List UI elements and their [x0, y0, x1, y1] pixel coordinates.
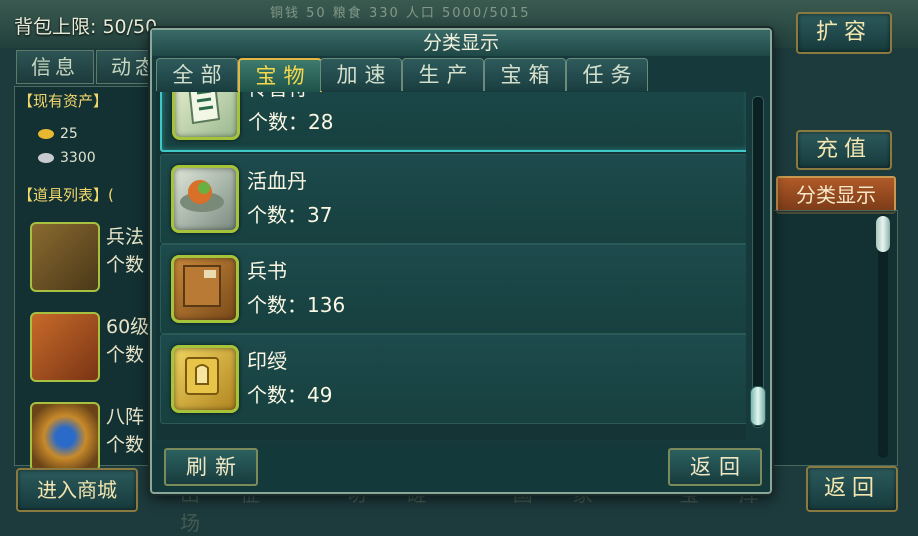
- gold-ingot-icon: [38, 129, 54, 139]
- right-scroll-thumb[interactable]: [876, 216, 890, 252]
- list-item-name: 八阵: [106, 406, 145, 428]
- item-name: 活血丹: [247, 169, 307, 193]
- treasure-chest-icon[interactable]: [30, 312, 100, 382]
- back-button[interactable]: 返回: [668, 448, 762, 486]
- list-scrollbar[interactable]: [752, 96, 764, 428]
- classify-display-button[interactable]: 分类显示: [776, 176, 896, 214]
- bag-capacity-label: 背包上限: 50/50: [14, 16, 158, 38]
- scroll-icon: [172, 92, 240, 140]
- pill-icon: [171, 165, 239, 233]
- list-item-name: 60级: [106, 316, 150, 338]
- enter-shop-button[interactable]: 进入商城: [16, 468, 138, 512]
- dialog-footer: 刷新 返回: [152, 442, 770, 490]
- list-item-name: 兵法: [106, 226, 145, 248]
- item-count: 个数：37: [247, 203, 333, 227]
- main-return-button[interactable]: 返回: [806, 466, 898, 512]
- item-name: 印绶: [247, 349, 287, 373]
- tab-quest[interactable]: 任务: [566, 58, 648, 91]
- tab-info[interactable]: 信息: [16, 50, 94, 84]
- items-section-header: 【道具列表】(: [18, 186, 114, 204]
- category-tabs: 全部 宝物 加速 生产 宝箱 任务: [154, 58, 768, 94]
- item-count: 个数：28: [248, 110, 334, 134]
- recharge-button[interactable]: 充值: [796, 130, 892, 170]
- bagua-array-icon[interactable]: [30, 402, 100, 472]
- dialog-title: 分类显示: [152, 30, 770, 56]
- refresh-button[interactable]: 刷新: [164, 448, 258, 486]
- top-stats: 铜钱 50 粮食 330 人口 5000/5015: [270, 6, 531, 21]
- item-name: 传音符: [248, 92, 308, 101]
- silver-ingot-icon: [38, 153, 54, 163]
- assets-section-header: 【现有资产】: [18, 92, 109, 110]
- book-icon: [171, 255, 239, 323]
- tab-chest[interactable]: 宝箱: [484, 58, 566, 91]
- tab-treasure[interactable]: 宝物: [238, 58, 322, 94]
- item-count: 个数：136: [247, 293, 346, 317]
- tab-all[interactable]: 全部: [156, 58, 238, 91]
- item-count: 个数：49: [247, 383, 333, 407]
- gold-amount: 25: [38, 126, 78, 142]
- list-item[interactable]: 兵书 个数：136: [160, 244, 746, 334]
- category-dialog: 分类显示 全部 宝物 加速 生产 宝箱 任务 传音符 个数：28 活血丹 个数：…: [150, 28, 772, 494]
- seal-icon: [171, 345, 239, 413]
- list-item[interactable]: 印绶 个数：49: [160, 334, 746, 424]
- art-of-war-icon[interactable]: [30, 222, 100, 292]
- item-list[interactable]: 传音符 个数：28 活血丹 个数：37 兵书 个数：136 印绶 个数：49: [156, 92, 746, 440]
- list-item[interactable]: 活血丹 个数：37: [160, 154, 746, 244]
- list-item[interactable]: 传音符 个数：28: [160, 92, 746, 152]
- tab-production[interactable]: 生产: [402, 58, 484, 91]
- item-name: 兵书: [247, 259, 287, 283]
- list-item-count: 个数: [106, 254, 145, 276]
- expand-button[interactable]: 扩容: [796, 12, 892, 54]
- silver-amount: 3300: [38, 150, 96, 166]
- list-item-count: 个数: [106, 434, 145, 456]
- list-item-count: 个数: [106, 344, 145, 366]
- list-scroll-thumb[interactable]: [750, 386, 766, 426]
- tab-speedup[interactable]: 加速: [320, 58, 402, 91]
